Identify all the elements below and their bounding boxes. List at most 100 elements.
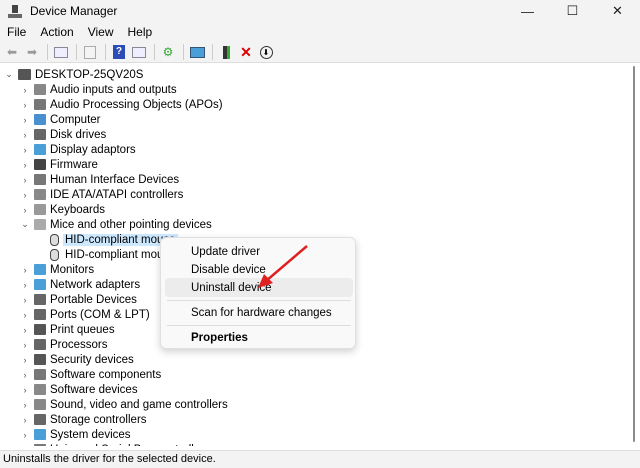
tree-category[interactable]: › Firmware bbox=[20, 157, 98, 172]
chevron-right-icon[interactable]: › bbox=[20, 265, 30, 275]
tree-category[interactable]: › Storage controllers bbox=[20, 412, 147, 427]
category-icon bbox=[34, 264, 46, 275]
category-icon bbox=[34, 339, 46, 350]
tree-category[interactable]: › Universal Serial Bus controllers bbox=[20, 442, 210, 446]
red-arrow-annotation bbox=[258, 245, 308, 288]
chevron-right-icon[interactable]: › bbox=[20, 85, 30, 95]
tree-category[interactable]: › Keyboards bbox=[20, 202, 105, 217]
console-tree-icon[interactable] bbox=[52, 44, 70, 60]
window-title: Device Manager bbox=[30, 4, 118, 18]
menu-help[interactable]: Help bbox=[121, 25, 160, 39]
back-icon[interactable]: ⬅ bbox=[3, 44, 21, 60]
chevron-right-icon[interactable]: › bbox=[20, 100, 30, 110]
category-label: Software components bbox=[50, 368, 162, 381]
tree-category[interactable]: › Human Interface Devices bbox=[20, 172, 180, 187]
chevron-right-icon[interactable]: › bbox=[20, 355, 30, 365]
close-button[interactable]: ✕ bbox=[595, 0, 640, 22]
tree-category[interactable]: › Software devices bbox=[20, 382, 138, 397]
chevron-right-icon[interactable]: › bbox=[20, 295, 30, 305]
tree-device[interactable]: HID-compliant mouse bbox=[46, 232, 178, 247]
category-label: Human Interface Devices bbox=[50, 173, 180, 186]
chevron-right-icon[interactable]: › bbox=[20, 400, 30, 410]
tree-category[interactable]: › Display adaptors bbox=[20, 142, 136, 157]
vertical-scrollbar[interactable] bbox=[625, 64, 640, 446]
chevron-right-icon[interactable]: › bbox=[20, 310, 30, 320]
chevron-down-icon[interactable]: ⌄ bbox=[4, 69, 14, 80]
action-pane-icon[interactable] bbox=[130, 44, 148, 60]
disable-icon[interactable]: ⬇ bbox=[257, 44, 275, 60]
category-icon bbox=[34, 309, 46, 320]
tree-category[interactable]: › IDE ATA/ATAPI controllers bbox=[20, 187, 184, 202]
chevron-right-icon[interactable]: › bbox=[20, 175, 30, 185]
properties-icon[interactable] bbox=[81, 44, 99, 60]
tree-category[interactable]: › System devices bbox=[20, 427, 131, 442]
chevron-right-icon[interactable]: › bbox=[20, 340, 30, 350]
menu-action[interactable]: Action bbox=[33, 25, 80, 39]
forward-icon[interactable]: ➡ bbox=[23, 44, 41, 60]
category-label: Disk drives bbox=[50, 128, 107, 141]
chevron-right-icon[interactable]: › bbox=[20, 325, 30, 335]
tree-category[interactable]: › Security devices bbox=[20, 352, 134, 367]
update-driver-icon[interactable] bbox=[217, 44, 235, 60]
tree-category[interactable]: › Ports (COM & LPT) bbox=[20, 307, 150, 322]
tree-root[interactable]: ⌄ DESKTOP-25QV20S bbox=[4, 67, 143, 82]
scan-hardware-icon[interactable]: ⚙ bbox=[159, 44, 177, 60]
category-label: Display adaptors bbox=[50, 143, 136, 156]
category-icon bbox=[34, 159, 46, 170]
category-label: Universal Serial Bus controllers bbox=[50, 444, 210, 447]
tree-category[interactable]: › Computer bbox=[20, 112, 101, 127]
minimize-button[interactable]: — bbox=[505, 0, 550, 22]
chevron-right-icon[interactable]: › bbox=[20, 445, 30, 447]
category-label: IDE ATA/ATAPI controllers bbox=[50, 188, 184, 201]
help-icon[interactable]: ? bbox=[110, 44, 128, 60]
chevron-down-icon[interactable]: ⌄ bbox=[20, 219, 30, 230]
tree-category[interactable]: › Audio inputs and outputs bbox=[20, 82, 177, 97]
toolbar: ⬅ ➡ ? ⚙ ✕ ⬇ bbox=[0, 42, 640, 63]
tree-category[interactable]: › Network adapters bbox=[20, 277, 141, 292]
category-label: Portable Devices bbox=[50, 293, 137, 306]
category-icon bbox=[34, 99, 46, 110]
chevron-right-icon[interactable]: › bbox=[20, 145, 30, 155]
chevron-right-icon[interactable]: › bbox=[20, 205, 30, 215]
uninstall-icon[interactable]: ✕ bbox=[237, 44, 255, 60]
chevron-right-icon[interactable]: › bbox=[20, 190, 30, 200]
mouse-icon bbox=[50, 248, 59, 261]
category-icon bbox=[34, 369, 46, 380]
menu-file[interactable]: File bbox=[0, 25, 33, 39]
category-icon bbox=[34, 414, 46, 425]
menu-view[interactable]: View bbox=[81, 25, 121, 39]
category-label: Audio inputs and outputs bbox=[50, 83, 177, 96]
chevron-right-icon[interactable]: › bbox=[20, 415, 30, 425]
category-icon bbox=[34, 324, 46, 335]
tree-category[interactable]: › Processors bbox=[20, 337, 108, 352]
category-label: Audio Processing Objects (APOs) bbox=[50, 98, 223, 111]
category-icon bbox=[34, 129, 46, 140]
chevron-right-icon[interactable]: › bbox=[20, 385, 30, 395]
tree-category[interactable]: › Software components bbox=[20, 367, 162, 382]
monitor-icon[interactable] bbox=[188, 44, 206, 60]
tree-category[interactable]: › Print queues bbox=[20, 322, 115, 337]
tree-category[interactable]: › Portable Devices bbox=[20, 292, 137, 307]
category-label: Computer bbox=[50, 113, 101, 126]
category-label: Security devices bbox=[50, 353, 134, 366]
tree-device[interactable]: HID-compliant mouse bbox=[46, 247, 178, 262]
tree-category[interactable]: › Monitors bbox=[20, 262, 95, 277]
tree-category[interactable]: › Audio Processing Objects (APOs) bbox=[20, 97, 223, 112]
category-icon bbox=[34, 189, 46, 200]
chevron-right-icon[interactable]: › bbox=[20, 130, 30, 140]
category-icon bbox=[34, 429, 46, 440]
chevron-right-icon[interactable]: › bbox=[20, 160, 30, 170]
tree-category[interactable]: › Disk drives bbox=[20, 127, 107, 142]
menu-item-properties[interactable]: Properties bbox=[165, 328, 353, 347]
tree-category[interactable]: ⌄ Mice and other pointing devices bbox=[20, 217, 212, 232]
category-label: Processors bbox=[50, 338, 108, 351]
category-icon bbox=[34, 174, 46, 185]
chevron-right-icon[interactable]: › bbox=[20, 370, 30, 380]
chevron-right-icon[interactable]: › bbox=[20, 115, 30, 125]
chevron-right-icon[interactable]: › bbox=[20, 280, 30, 290]
status-bar: Uninstalls the driver for the selected d… bbox=[0, 450, 640, 468]
maximize-button[interactable]: ☐ bbox=[550, 0, 595, 22]
tree-category[interactable]: › Sound, video and game controllers bbox=[20, 397, 228, 412]
chevron-right-icon[interactable]: › bbox=[20, 430, 30, 440]
menu-item-scan-hardware[interactable]: Scan for hardware changes bbox=[165, 303, 353, 322]
